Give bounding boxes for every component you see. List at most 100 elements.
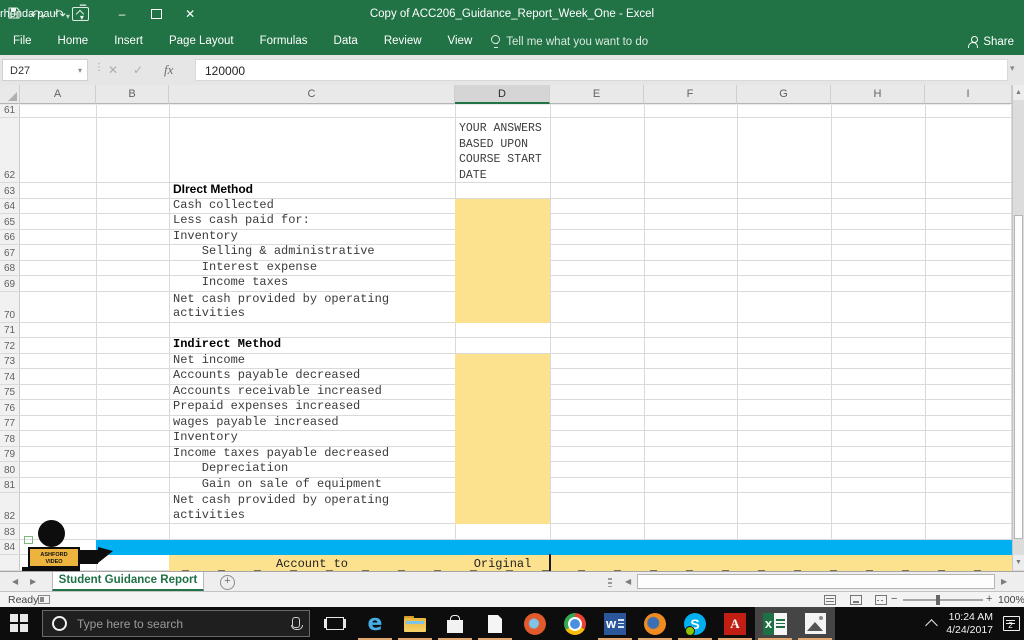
row-header-73[interactable]: 73 xyxy=(0,354,20,369)
ribbon-display-options-icon[interactable] xyxy=(72,7,89,21)
row-header-64[interactable]: 64 xyxy=(0,199,20,214)
cell-C78[interactable]: Inventory xyxy=(173,430,238,445)
page-layout-view-icon[interactable] xyxy=(850,595,862,605)
answer-cells-highlight[interactable] xyxy=(455,199,550,323)
excel-icon[interactable]: x xyxy=(755,607,795,640)
scroll-down-icon[interactable]: ▼ xyxy=(1013,555,1024,570)
insert-function-icon[interactable]: fx xyxy=(164,59,173,81)
store-icon[interactable] xyxy=(435,607,475,640)
cell-C82[interactable]: Net cash provided by operating activitie… xyxy=(173,493,455,522)
cell-C65[interactable]: Less cash paid for: xyxy=(173,213,310,228)
photos-icon[interactable] xyxy=(795,607,835,640)
horizontal-scrollbar-thumb[interactable] xyxy=(637,574,995,589)
row-header-70[interactable]: 70 xyxy=(0,292,20,322)
answer-cells-highlight[interactable] xyxy=(455,354,550,525)
row-header-81[interactable]: 81 xyxy=(0,478,20,493)
share-button[interactable]: Share xyxy=(968,28,1014,55)
row-header-63[interactable]: 63 xyxy=(0,183,20,198)
task-view-icon[interactable] xyxy=(315,607,355,640)
row-header-75[interactable]: 75 xyxy=(0,385,20,400)
select-all-corner[interactable] xyxy=(0,85,20,104)
cell-C69[interactable]: Income taxes xyxy=(173,275,288,290)
browser-flame-icon[interactable] xyxy=(515,607,555,640)
cell-C72[interactable]: Indirect Method xyxy=(173,337,281,352)
tell-me-box[interactable]: Tell me what you want to do xyxy=(491,35,648,48)
cell-C67[interactable]: Selling & administrative xyxy=(173,244,375,259)
column-header-I[interactable]: I xyxy=(925,85,1012,104)
prev-sheet-icon[interactable]: ◀ xyxy=(12,577,18,586)
new-sheet-icon[interactable]: + xyxy=(220,575,235,590)
cell-C73[interactable]: Net income xyxy=(173,353,245,368)
confirm-entry-icon[interactable]: ✓ xyxy=(133,59,143,81)
name-box-dropdown-icon[interactable]: ▾ xyxy=(78,60,82,82)
cell-C66[interactable]: Inventory xyxy=(173,229,238,244)
zoom-in-icon[interactable]: + xyxy=(986,593,992,605)
h-scroll-left-icon[interactable]: ◀ xyxy=(625,577,631,586)
row-header-76[interactable]: 76 xyxy=(0,400,20,415)
ribbon-tab-data[interactable]: Data xyxy=(321,28,371,55)
video-camera-clipart[interactable]: ASHFORDVIDEO xyxy=(18,518,122,571)
row-header-84[interactable]: 84 xyxy=(0,540,20,555)
ribbon-tab-insert[interactable]: Insert xyxy=(101,28,156,55)
ribbon-tab-home[interactable]: Home xyxy=(45,28,102,55)
cell-C63[interactable]: DIrect Method xyxy=(173,182,253,197)
edge-icon[interactable]: e xyxy=(355,607,395,640)
row-header-68[interactable]: 68 xyxy=(0,261,20,276)
row-header-79[interactable]: 79 xyxy=(0,447,20,462)
cell-C74[interactable]: Accounts payable decreased xyxy=(173,368,360,383)
microphone-icon[interactable] xyxy=(292,617,300,628)
adobe-reader-icon[interactable]: A xyxy=(715,607,755,640)
sheet-tab-active[interactable]: Student Guidance Report xyxy=(52,572,204,591)
ribbon-tab-view[interactable]: View xyxy=(435,28,486,55)
cell-C68[interactable]: Interest expense xyxy=(173,260,317,275)
document-icon[interactable] xyxy=(475,607,515,640)
ribbon-tab-page-layout[interactable]: Page Layout xyxy=(156,28,247,55)
row-header-72[interactable]: 72 xyxy=(0,338,20,353)
cancel-entry-icon[interactable]: ✕ xyxy=(108,59,118,81)
column-header-E[interactable]: E xyxy=(550,85,644,104)
row-header-78[interactable]: 78 xyxy=(0,431,20,446)
column-header-A[interactable]: A xyxy=(20,85,96,104)
normal-view-icon[interactable] xyxy=(824,595,836,605)
ribbon-tab-formulas[interactable]: Formulas xyxy=(247,28,321,55)
tab-split-handle[interactable] xyxy=(608,578,612,587)
name-box[interactable]: D27 ▾ xyxy=(2,59,88,81)
zoom-slider-thumb[interactable] xyxy=(936,595,940,605)
formula-input[interactable]: 120000 xyxy=(195,59,1008,81)
column-header-G[interactable]: G xyxy=(737,85,831,104)
zoom-level[interactable]: 100% xyxy=(998,594,1024,606)
expand-formula-bar-icon[interactable]: ▾ xyxy=(1010,63,1015,74)
row-header-67[interactable]: 67 xyxy=(0,245,20,260)
vertical-scrollbar[interactable]: ▲ ▼ xyxy=(1012,85,1024,571)
ribbon-tab-file[interactable]: File xyxy=(0,28,45,55)
ribbon-tab-review[interactable]: Review xyxy=(371,28,435,55)
word-icon[interactable]: w xyxy=(595,607,635,640)
column-header-C[interactable]: C xyxy=(169,85,455,104)
zoom-out-icon[interactable]: − xyxy=(891,593,897,605)
taskbar-clock[interactable]: 10:24 AM 4/24/2017 xyxy=(946,611,993,637)
cell-C64[interactable]: Cash collected xyxy=(173,198,274,213)
chrome-icon[interactable] xyxy=(555,607,595,640)
row-header[interactable] xyxy=(0,555,20,570)
row-header-80[interactable]: 80 xyxy=(0,462,20,477)
firefox-icon[interactable] xyxy=(635,607,675,640)
cell-C75[interactable]: Accounts receivable increased xyxy=(173,384,382,399)
row-header-77[interactable]: 77 xyxy=(0,416,20,431)
start-button[interactable] xyxy=(10,614,28,632)
row-header-66[interactable]: 66 xyxy=(0,230,20,245)
row-header-71[interactable]: 71 xyxy=(0,323,20,338)
page-break-view-icon[interactable] xyxy=(875,595,887,605)
row-header-74[interactable]: 74 xyxy=(0,369,20,384)
column-header-H[interactable]: H xyxy=(831,85,925,104)
notification-center-icon[interactable]: 2 xyxy=(1003,616,1020,631)
row-header-65[interactable]: 65 xyxy=(0,214,20,229)
row-header-82[interactable]: 82 xyxy=(0,493,20,523)
row-header-62[interactable]: 62 xyxy=(0,118,20,182)
search-input[interactable] xyxy=(75,616,269,632)
row-header-69[interactable]: 69 xyxy=(0,276,20,291)
column-header-F[interactable]: F xyxy=(644,85,737,104)
next-sheet-icon[interactable]: ▶ xyxy=(30,577,36,586)
cell-C81[interactable]: Gain on sale of equipment xyxy=(173,477,382,492)
file-explorer-icon[interactable] xyxy=(395,607,435,640)
cell-C76[interactable]: Prepaid expenses increased xyxy=(173,399,360,414)
